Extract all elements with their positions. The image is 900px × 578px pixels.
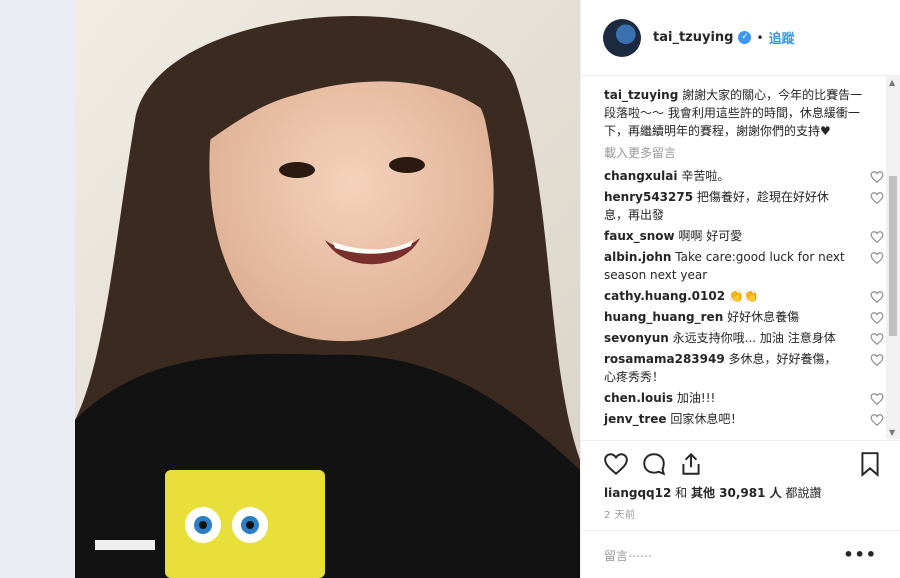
comment-text: 辛苦啦。 xyxy=(681,169,730,183)
comment-list: changxulai 辛苦啦。 henry543275 把傷養好，趁現在好好休息，… xyxy=(604,167,886,428)
comment-text: 啊啊 好可愛 xyxy=(678,229,743,243)
comment-username[interactable]: faux_snow xyxy=(604,229,675,243)
comment-like-heart-icon[interactable] xyxy=(870,332,884,346)
comment-text-block: chen.louis 加油!!! xyxy=(604,389,846,407)
comment-username[interactable]: sevonyun xyxy=(604,331,669,345)
scroll-up-arrow-icon[interactable]: ▲ xyxy=(889,78,895,87)
comment-item: rosamama283949 多休息，好好養傷，心疼秀秀！ xyxy=(604,350,886,386)
comments-scrollbar[interactable]: ▲ ▼ xyxy=(886,76,900,439)
comment-text: 永远支持你哦... 加油 注意身体 xyxy=(672,331,836,345)
comment-like-heart-icon[interactable] xyxy=(870,413,884,427)
comment-text: 回家休息吧！ xyxy=(670,412,743,426)
comment-username[interactable]: changxulai xyxy=(604,169,678,183)
comment-like-heart-icon[interactable] xyxy=(870,191,884,205)
caption-username[interactable]: tai_tzuying xyxy=(604,88,678,102)
comment-like-heart-icon[interactable] xyxy=(870,230,884,244)
likes-first-user[interactable]: liangqq12 xyxy=(604,486,671,500)
comment-text-block: changxulai 辛苦啦。 xyxy=(604,167,846,185)
post-timestamp[interactable]: 2 天前 xyxy=(604,506,636,521)
author-username[interactable]: tai_tzuying xyxy=(653,30,733,45)
comment-text-block: jenv_tree 回家休息吧！ xyxy=(604,410,846,428)
comment-item: sevonyun 永远支持你哦... 加油 注意身体 xyxy=(604,329,886,347)
comment-like-heart-icon[interactable] xyxy=(870,251,884,265)
comment-item: albin.john Take care:good luck for next … xyxy=(604,248,886,284)
comment-bubble-icon[interactable] xyxy=(641,451,667,477)
save-bookmark-icon[interactable] xyxy=(857,451,883,477)
comment-text-block: cathy.huang.0102 👏👏 xyxy=(604,287,846,305)
comment-text-block: rosamama283949 多休息，好好養傷，心疼秀秀！ xyxy=(604,350,846,386)
comments-section[interactable]: tai_tzuying 謝謝大家的關心，今年的比賽告一段落啦～～ 我會利用這些許… xyxy=(581,76,886,439)
comment-like-heart-icon[interactable] xyxy=(870,392,884,406)
comment-text-block: henry543275 把傷養好，趁現在好好休息，再出發 xyxy=(604,188,846,224)
page-background xyxy=(0,0,75,578)
selfie-image xyxy=(75,0,580,578)
add-comment-input[interactable]: 留言⋯⋯ xyxy=(604,547,652,564)
comment-username[interactable]: cathy.huang.0102 xyxy=(604,289,725,303)
comment-like-heart-icon[interactable] xyxy=(870,290,884,304)
comment-username[interactable]: chen.louis xyxy=(604,391,673,405)
header-separator: • xyxy=(756,30,764,45)
action-bar xyxy=(581,440,900,484)
comment-item: huang_huang_ren 好好休息養傷 xyxy=(604,308,886,326)
share-icon[interactable] xyxy=(678,451,704,477)
comment-text: 👏👏 xyxy=(728,289,759,303)
scrollbar-thumb[interactable] xyxy=(889,176,897,336)
comment-username[interactable]: albin.john xyxy=(604,250,671,264)
comment-item: henry543275 把傷養好，趁現在好好休息，再出發 xyxy=(604,188,886,224)
comment-text: 加油!!! xyxy=(676,391,716,405)
post-photo[interactable] xyxy=(75,0,580,578)
comment-text-block: sevonyun 永远支持你哦... 加油 注意身体 xyxy=(604,329,846,347)
scroll-down-arrow-icon[interactable]: ▼ xyxy=(889,428,895,437)
likes-and: 和 xyxy=(671,486,691,500)
likes-others-count[interactable]: 其他 30,981 人 xyxy=(691,486,782,500)
add-comment-bar[interactable]: 留言⋯⋯ ••• xyxy=(581,530,900,578)
comment-text-block: albin.john Take care:good luck for next … xyxy=(604,248,846,284)
post-caption: tai_tzuying 謝謝大家的關心，今年的比賽告一段落啦～～ 我會利用這些許… xyxy=(604,86,869,140)
post-header: tai_tzuying ✓ • 追蹤 xyxy=(581,0,900,76)
more-options-icon[interactable]: ••• xyxy=(843,545,877,564)
comment-like-heart-icon[interactable] xyxy=(870,170,884,184)
load-more-comments-link[interactable]: 載入更多留言 xyxy=(604,144,886,161)
likes-summary: liangqq12 和 其他 30,981 人 都說讚 xyxy=(604,484,821,501)
comment-item: faux_snow 啊啊 好可愛 xyxy=(604,227,886,245)
comment-like-heart-icon[interactable] xyxy=(870,311,884,325)
likes-suffix: 都說讚 xyxy=(781,486,822,500)
comment-text: 好好休息養傷 xyxy=(727,310,800,324)
comment-username[interactable]: jenv_tree xyxy=(604,412,667,426)
verified-badge-icon: ✓ xyxy=(738,31,752,44)
comment-item: jenv_tree 回家休息吧！ xyxy=(604,410,886,428)
comment-like-heart-icon[interactable] xyxy=(870,353,884,367)
follow-button[interactable]: 追蹤 xyxy=(769,28,795,47)
comment-item: chen.louis 加油!!! xyxy=(604,389,886,407)
comment-username[interactable]: huang_huang_ren xyxy=(604,310,723,324)
post-sidebar: tai_tzuying ✓ • 追蹤 tai_tzuying 謝謝大家的關心，今… xyxy=(580,0,900,578)
comment-text-block: faux_snow 啊啊 好可愛 xyxy=(604,227,846,245)
comment-username[interactable]: henry543275 xyxy=(604,190,693,204)
like-heart-icon[interactable] xyxy=(603,451,629,477)
comment-item: cathy.huang.0102 👏👏 xyxy=(604,287,886,305)
comment-item: changxulai 辛苦啦。 xyxy=(604,167,886,185)
comment-text-block: huang_huang_ren 好好休息養傷 xyxy=(604,308,846,326)
comment-username[interactable]: rosamama283949 xyxy=(604,352,725,366)
avatar[interactable] xyxy=(603,18,641,57)
